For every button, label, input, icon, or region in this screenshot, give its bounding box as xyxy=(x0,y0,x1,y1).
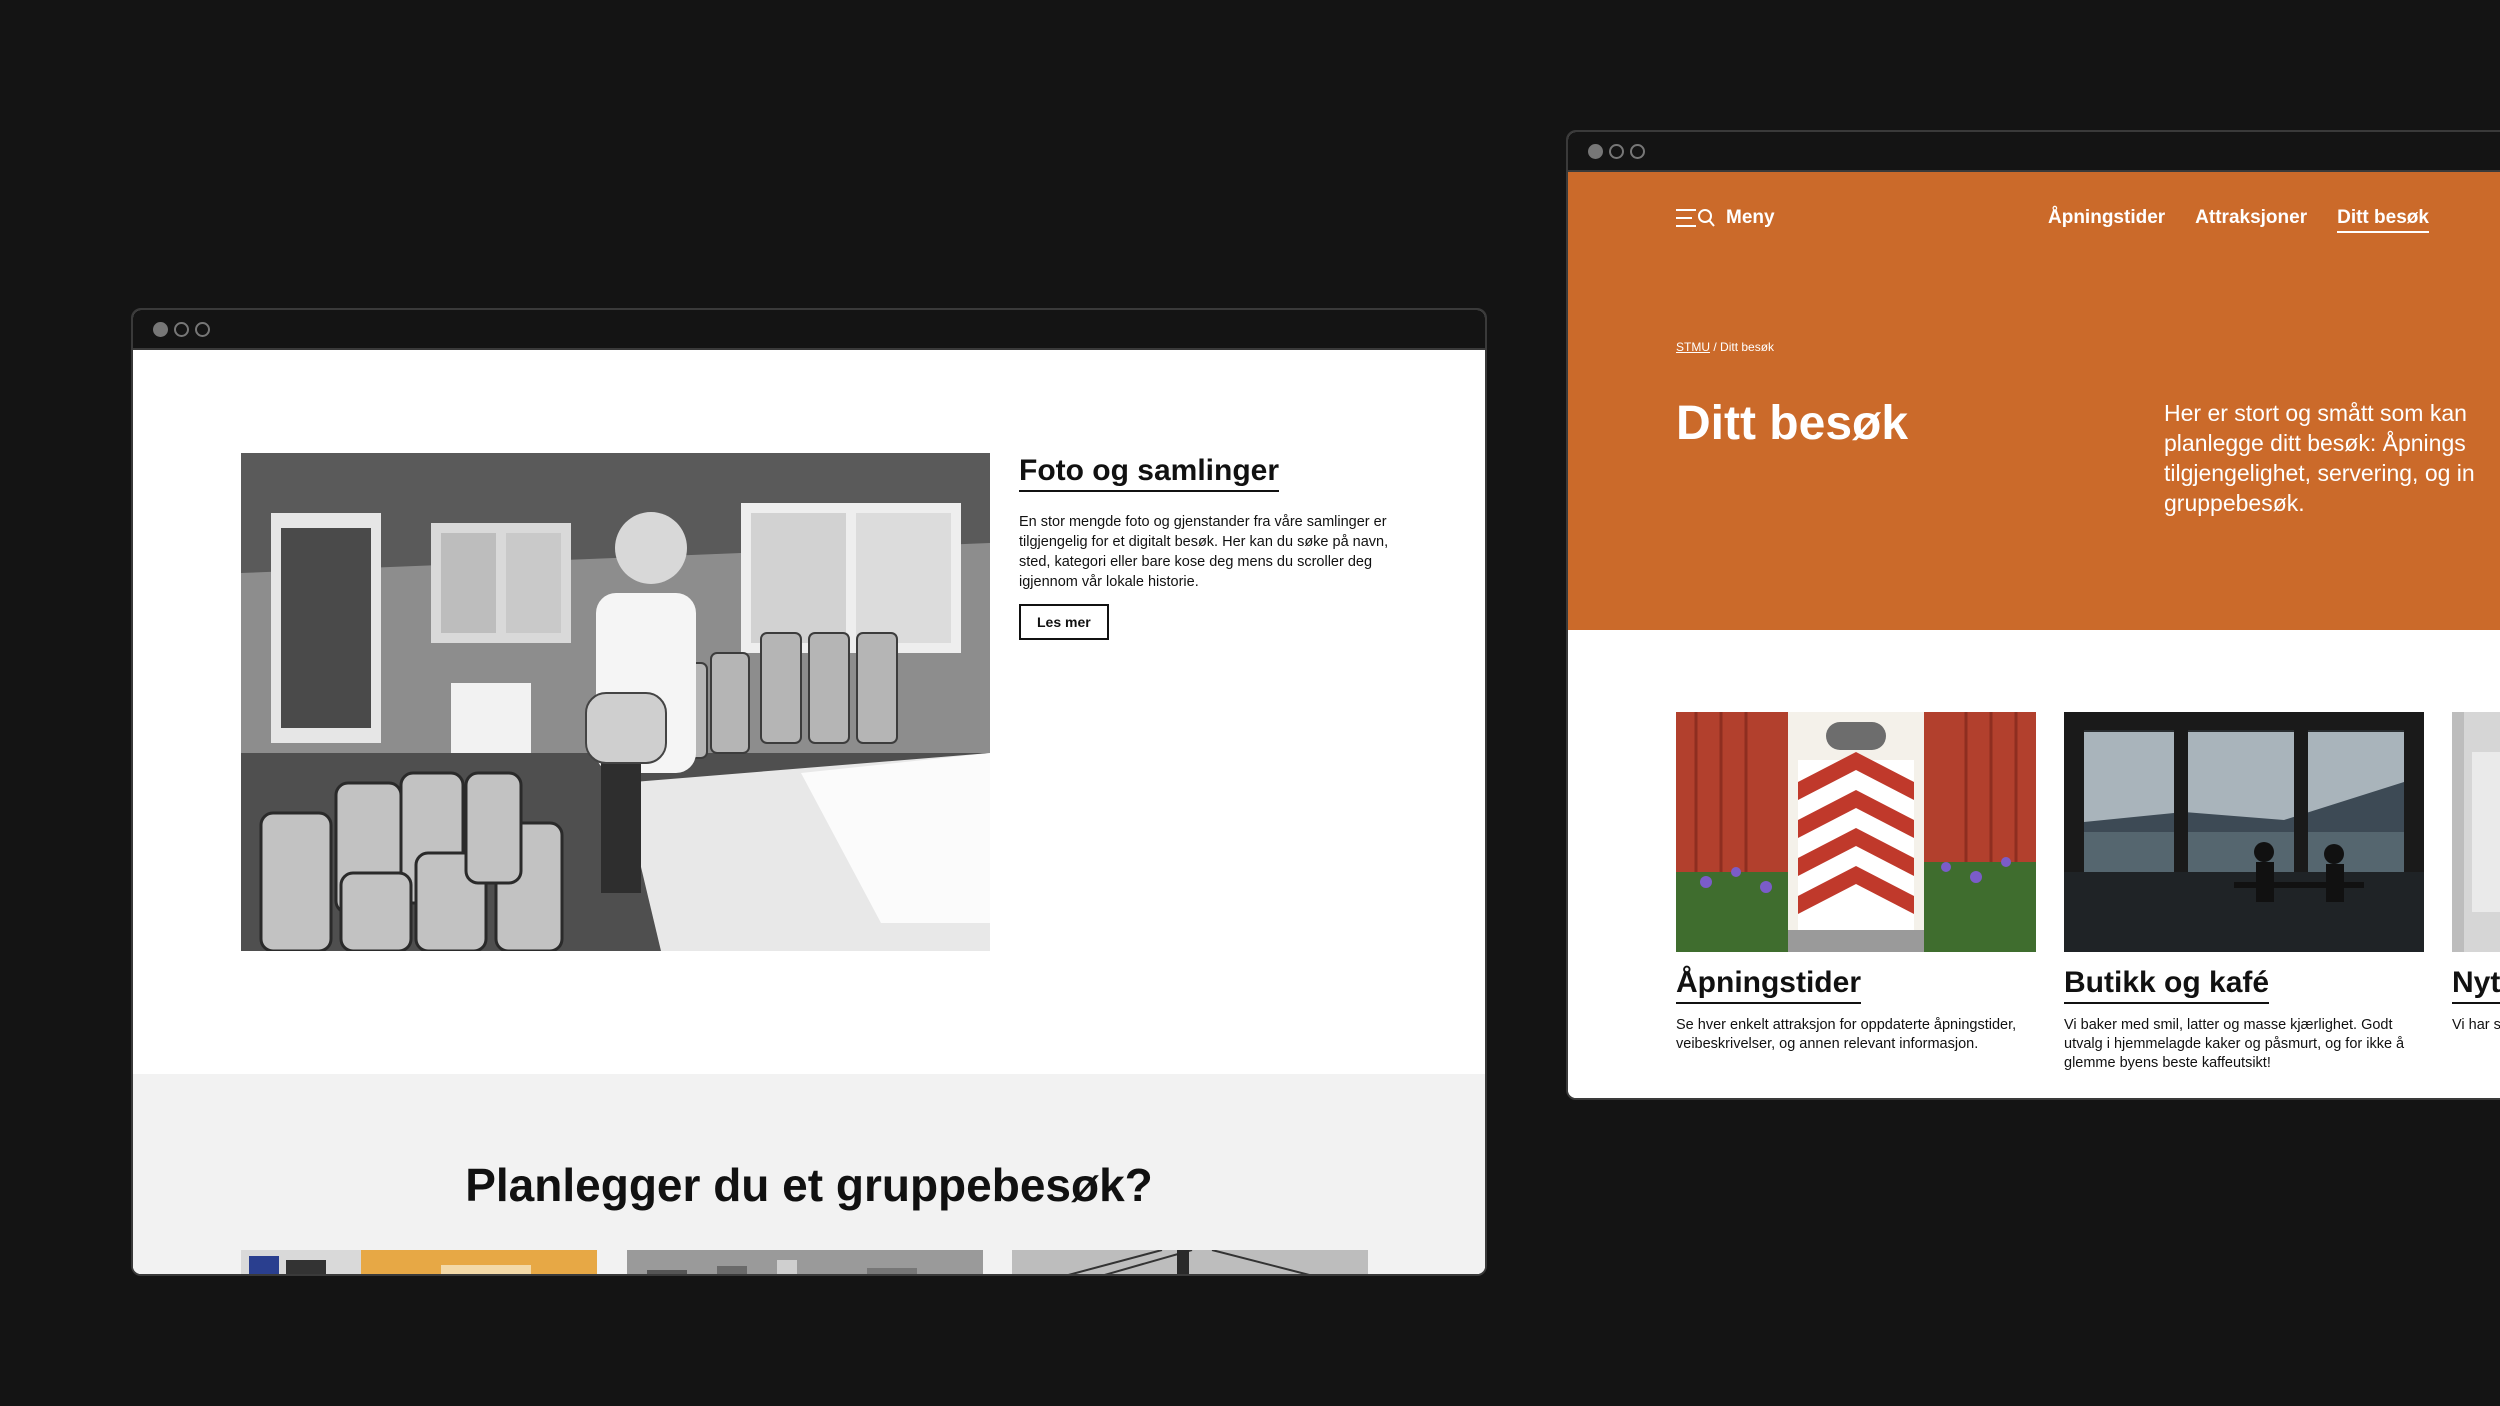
ship-rigging-photo-thumb xyxy=(1012,1250,1368,1274)
feature-description: En stor mengde foto og gjenstander fra v… xyxy=(1019,514,1389,590)
intro-line: gruppebesøk. xyxy=(2164,490,2305,516)
window-maximize-dot[interactable] xyxy=(1630,143,1645,159)
window-minimize-dot[interactable] xyxy=(1609,143,1624,159)
window-minimize-dot[interactable] xyxy=(174,321,189,337)
breadcrumb: STMU / Ditt besøk xyxy=(1676,340,1774,354)
group-thumbnail-1[interactable] xyxy=(241,1250,597,1274)
card-title[interactable]: Åpningstider xyxy=(1676,966,1861,1004)
breadcrumb-home-link[interactable]: STMU xyxy=(1676,340,1710,354)
group-visit-title: Planlegger du et gruppebesøk? xyxy=(465,1159,1153,1211)
card-description: Vi har s spørsm xyxy=(2452,1017,2500,1033)
intro-line: tilgjengelighet, servering, og in xyxy=(2164,460,2475,486)
dairy-worker-photo xyxy=(241,453,990,951)
nav-link-opening-hours[interactable]: Åpningstider xyxy=(2048,207,2165,233)
nav-link-your-visit[interactable]: Ditt besøk xyxy=(2337,207,2429,233)
your-visit-page: Meny Åpningstider Attraksjoner Ditt besø… xyxy=(1568,172,2500,1098)
feature-title[interactable]: Foto og samlinger xyxy=(1019,454,1280,492)
card-description: Se hver enkelt attraksjon for oppdaterte… xyxy=(1676,1017,2017,1052)
interior-illustration xyxy=(2452,712,2500,952)
page-title: Ditt besøk xyxy=(1676,397,1909,450)
exhibition-photo-thumb xyxy=(627,1250,983,1274)
cafe-view-illustration xyxy=(2064,712,2424,952)
collections-page: Foto og samlinger En stor mengde foto og… xyxy=(133,350,1485,1274)
kids-photo-thumb xyxy=(241,1250,597,1274)
browser-titlebar xyxy=(1568,132,2500,172)
browser-window-collections: Foto og samlinger En stor mengde foto og… xyxy=(131,308,1487,1276)
card-title[interactable]: Butikk og kafé xyxy=(2064,966,2270,1004)
cafe-view-photo xyxy=(2064,712,2424,952)
card-title[interactable]: Nyt xyxy=(2452,966,2500,1004)
red-door-illustration xyxy=(1676,712,2036,952)
card-shop-cafe[interactable]: Butikk og kafé Vi baker med smil, latter… xyxy=(2064,712,2424,1073)
browser-window-your-visit: Meny Åpningstider Attraksjoner Ditt besø… xyxy=(1566,130,2500,1100)
menu-label: Meny xyxy=(1726,207,1775,228)
menu-search-icon xyxy=(1676,209,1715,227)
window-maximize-dot[interactable] xyxy=(195,321,210,337)
interior-photo xyxy=(2452,712,2500,952)
group-thumbnail-3[interactable] xyxy=(1012,1250,1368,1274)
group-visit-section: Planlegger du et gruppebesøk? xyxy=(133,1074,1485,1274)
nav-link-attractions[interactable]: Attraksjoner xyxy=(2195,207,2307,233)
dairy-worker-illustration xyxy=(241,453,990,951)
card-useful-info[interactable]: Nyt Vi har s spørsm xyxy=(2452,712,2500,1035)
browser-titlebar xyxy=(133,310,1485,350)
stage: Foto og samlinger En stor mengde foto og… xyxy=(0,0,2500,1406)
card-description: Vi baker med smil, latter og masse kjærl… xyxy=(2064,1017,2405,1071)
window-close-dot[interactable] xyxy=(153,321,168,337)
primary-nav: Åpningstider Attraksjoner Ditt besøk xyxy=(2048,207,2429,233)
read-more-button[interactable]: Les mer xyxy=(1019,604,1109,640)
intro-line: Her er stort og smått som kan xyxy=(2164,400,2467,426)
breadcrumb-separator: / xyxy=(1713,340,1717,354)
page-hero: Meny Åpningstider Attraksjoner Ditt besø… xyxy=(1568,172,2500,630)
card-opening-hours[interactable]: Åpningstider Se hver enkelt attraksjon f… xyxy=(1676,712,2036,1054)
red-door-photo xyxy=(1676,712,2036,952)
breadcrumb-current: Ditt besøk xyxy=(1720,340,1775,354)
intro-text: Her er stort og smått som kan planlegge … xyxy=(2164,398,2500,518)
group-thumbnail-2[interactable] xyxy=(627,1250,983,1274)
window-close-dot[interactable] xyxy=(1588,143,1603,159)
intro-line: planlegge ditt besøk: Åpnings xyxy=(2164,430,2466,456)
feature-collections: Foto og samlinger En stor mengde foto og… xyxy=(1019,454,1394,640)
menu-button[interactable]: Meny xyxy=(1676,207,1775,229)
